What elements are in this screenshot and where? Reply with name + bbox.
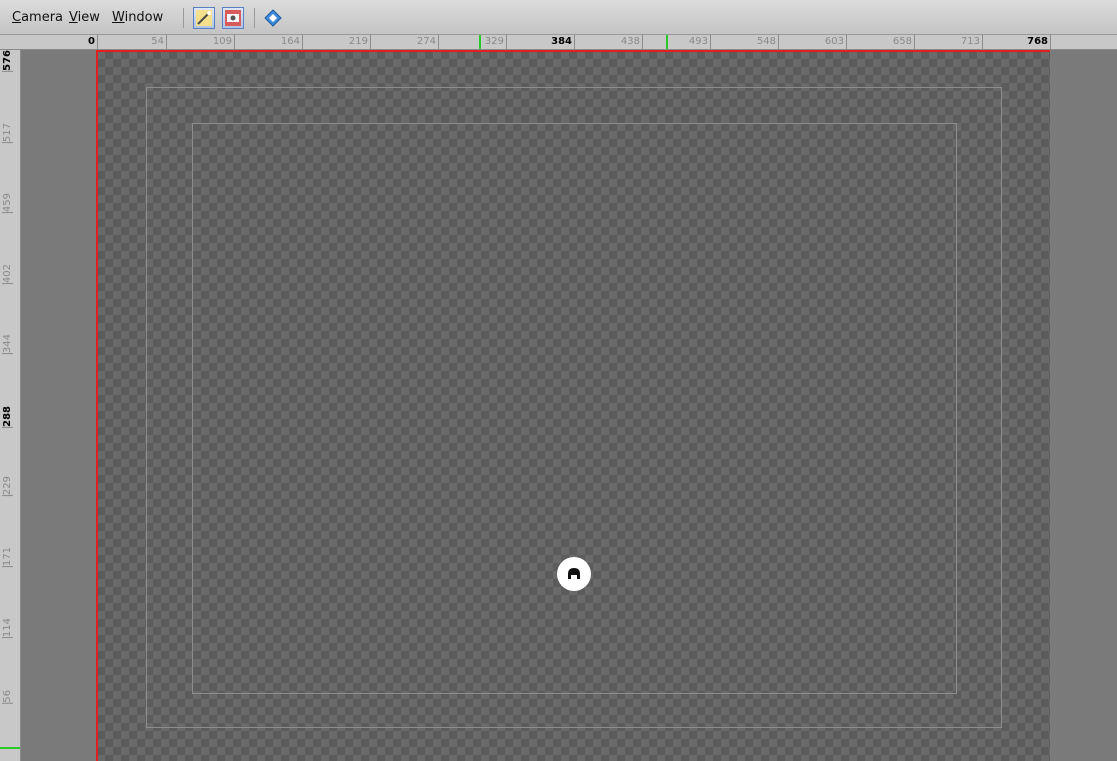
- menu-camera-label: Camera: [12, 10, 64, 25]
- ruler-tick: 171: [2, 547, 13, 568]
- wand-tool-button[interactable]: [193, 7, 215, 29]
- ruler-marker-green: [0, 747, 20, 749]
- ruler-tick: 768: [991, 35, 1051, 49]
- workspace-margin: [1050, 50, 1117, 761]
- workspace-margin: [21, 50, 97, 761]
- diamond-nav-icon: [264, 9, 282, 27]
- ruler-tick: 329: [447, 35, 507, 49]
- wand-icon: [196, 10, 212, 26]
- title-safe-frame: [192, 123, 957, 694]
- ruler-tick: 344: [2, 334, 13, 355]
- ruler-tick: 576: [2, 50, 13, 72]
- camera-view-button[interactable]: [222, 7, 244, 29]
- horizontal-ruler: 0 54 109 164 219 274 329 384 438 493 548…: [0, 35, 1117, 50]
- menu-bar: Camera View Window: [0, 0, 1117, 35]
- ruler-tick: 219: [311, 35, 371, 49]
- menu-view-label: View: [69, 10, 100, 25]
- ruler-marker-green: [666, 35, 668, 49]
- ruler-tick: 274: [379, 35, 439, 49]
- menu-window[interactable]: Window: [112, 10, 163, 25]
- ruler-tick: 229: [2, 476, 13, 497]
- toolbar-separator: [183, 8, 184, 28]
- axis-line-horizontal: [96, 50, 1050, 52]
- camera-target-marker[interactable]: [557, 557, 591, 591]
- ruler-tick: 713: [923, 35, 983, 49]
- ruler-tick: 603: [787, 35, 847, 49]
- ruler-tick: 56: [2, 690, 13, 704]
- menu-camera[interactable]: Camera: [12, 10, 63, 25]
- ruler-tick: 658: [855, 35, 915, 49]
- ruler-tick: 493: [651, 35, 711, 49]
- menu-view[interactable]: View: [69, 10, 100, 25]
- axis-line-vertical: [96, 50, 98, 761]
- ruler-tick: 114: [2, 618, 13, 639]
- menu-window-label: Window: [112, 10, 164, 25]
- ruler-tick: 438: [583, 35, 643, 49]
- camera-view-icon: [225, 10, 241, 26]
- ruler-marker-green: [479, 35, 481, 49]
- ruler-tick: 384: [515, 35, 575, 49]
- ruler-tick: 548: [719, 35, 779, 49]
- vertical-ruler: 576 517 459 402 344 288 229 171 114 56: [0, 50, 21, 761]
- ruler-tick: 54: [107, 35, 167, 49]
- ruler-tick: 517: [2, 123, 13, 144]
- camera-marker-icon: [568, 568, 580, 579]
- ruler-tick: 109: [175, 35, 235, 49]
- ruler-tick: 164: [243, 35, 303, 49]
- navigation-button[interactable]: [264, 9, 282, 27]
- ruler-tick: 459: [2, 193, 13, 214]
- ruler-tick: 402: [2, 264, 13, 285]
- ruler-tick: 0: [38, 35, 98, 49]
- ruler-tick: 288: [2, 406, 13, 428]
- toolbar-separator: [254, 8, 255, 28]
